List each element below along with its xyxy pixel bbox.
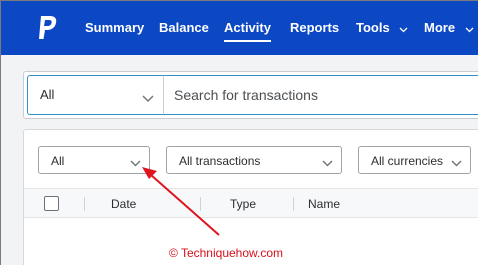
date-filter-value: All: [51, 154, 65, 168]
column-divider: [84, 197, 85, 211]
nav-activity[interactable]: Activity: [224, 18, 271, 42]
transaction-type-dropdown[interactable]: All transactions: [166, 146, 342, 174]
column-date[interactable]: Date: [111, 197, 136, 211]
chevron-down-icon: [130, 156, 141, 170]
activity-panel: All All transactions All currencies Date…: [23, 129, 478, 265]
nav-more-label: More: [424, 20, 456, 35]
nav-tools[interactable]: Tools: [356, 18, 408, 40]
paypal-logo-icon[interactable]: [37, 15, 59, 41]
transactions-table-header: Date Type Name: [24, 188, 478, 218]
search-scope-dropdown[interactable]: All: [27, 75, 164, 115]
chevron-down-icon: [399, 19, 408, 39]
nav-tools-label: Tools: [356, 20, 390, 35]
chevron-down-icon: [451, 156, 462, 170]
column-name[interactable]: Name: [308, 197, 340, 211]
date-filter-dropdown[interactable]: All: [38, 146, 150, 174]
nav-balance[interactable]: Balance: [159, 18, 209, 40]
chevron-down-icon: [142, 90, 154, 108]
search-scope-value: All: [40, 87, 55, 102]
nav-reports-label: Reports: [290, 20, 340, 35]
nav-balance-label: Balance: [159, 20, 209, 35]
nav-summary[interactable]: Summary: [85, 18, 144, 40]
watermark-text: © Techniquehow.com: [169, 246, 284, 260]
transaction-type-value: All transactions: [179, 154, 261, 168]
currency-value: All currencies: [371, 154, 444, 168]
column-divider: [200, 197, 201, 211]
select-all-checkbox[interactable]: [44, 196, 59, 211]
chevron-down-icon: [465, 19, 474, 39]
nav-reports[interactable]: Reports: [290, 18, 339, 40]
column-divider: [293, 197, 294, 211]
search-input[interactable]: [163, 75, 478, 115]
activity-content: All All All transactions All currencies: [1, 55, 478, 265]
top-navigation-bar: Summary Balance Activity Reports Tools M…: [1, 1, 478, 55]
currency-dropdown[interactable]: All currencies: [358, 146, 471, 174]
nav-activity-label: Activity: [224, 20, 271, 35]
column-type[interactable]: Type: [230, 197, 256, 211]
nav-summary-label: Summary: [85, 20, 145, 35]
search-panel: All: [23, 71, 478, 119]
nav-more[interactable]: More: [424, 18, 474, 40]
chevron-down-icon: [322, 156, 333, 170]
